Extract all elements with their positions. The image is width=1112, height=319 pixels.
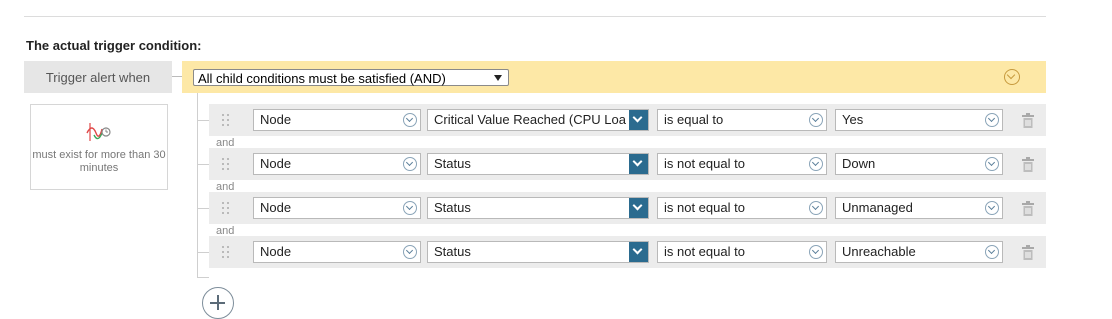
tree-connector-foot bbox=[197, 277, 209, 278]
chevron-down-icon bbox=[985, 157, 999, 171]
condition-row: Node Status is not equal to Down bbox=[197, 148, 1046, 180]
value-select[interactable]: Down bbox=[835, 153, 1003, 175]
field-value: Status bbox=[434, 200, 471, 215]
branch-line bbox=[197, 208, 209, 209]
field-picker-icon[interactable] bbox=[629, 198, 648, 218]
branch-line bbox=[197, 120, 209, 121]
connector-line bbox=[172, 76, 182, 77]
value-text: Unmanaged bbox=[842, 200, 913, 215]
drag-handle-icon[interactable] bbox=[221, 202, 231, 214]
chevron-down-icon bbox=[403, 157, 417, 171]
collapse-chevron-icon[interactable] bbox=[1004, 69, 1020, 85]
field-picker-icon[interactable] bbox=[629, 110, 648, 130]
dropdown-caret-icon bbox=[494, 75, 502, 81]
value-text: Unreachable bbox=[842, 244, 916, 259]
field-select[interactable]: Status bbox=[427, 197, 649, 219]
group-mode-value: All child conditions must be satisfied (… bbox=[198, 71, 446, 86]
object-value: Node bbox=[260, 112, 292, 127]
operator-select[interactable]: is not equal to bbox=[657, 197, 827, 219]
object-value: Node bbox=[260, 244, 292, 259]
drag-handle-icon[interactable] bbox=[221, 114, 231, 126]
object-select[interactable]: Node bbox=[253, 241, 421, 263]
chevron-down-icon bbox=[985, 201, 999, 215]
operator-value: is not equal to bbox=[664, 244, 745, 259]
condition-row: Node Status is not equal to Unreachable bbox=[197, 236, 1046, 268]
field-select[interactable]: Status bbox=[427, 153, 649, 175]
add-condition-button[interactable] bbox=[202, 287, 234, 319]
trigger-alert-label: Trigger alert when bbox=[24, 61, 172, 93]
chevron-down-icon bbox=[403, 201, 417, 215]
time-condition-text: must exist for more than 30 minutes bbox=[32, 149, 166, 174]
value-select[interactable]: Unreachable bbox=[835, 241, 1003, 263]
field-picker-icon[interactable] bbox=[629, 242, 648, 262]
trash-icon[interactable] bbox=[1021, 245, 1035, 260]
field-value: Status bbox=[434, 156, 471, 171]
drag-handle-icon[interactable] bbox=[221, 246, 231, 258]
chevron-down-icon bbox=[809, 113, 823, 127]
field-value: Status bbox=[434, 244, 471, 259]
branch-line bbox=[197, 164, 209, 165]
operator-value: is not equal to bbox=[664, 156, 745, 171]
field-select[interactable]: Status bbox=[427, 241, 649, 263]
trash-icon[interactable] bbox=[1021, 157, 1035, 172]
chevron-down-icon bbox=[403, 113, 417, 127]
drag-handle-icon[interactable] bbox=[221, 158, 231, 170]
chevron-down-icon bbox=[809, 245, 823, 259]
operator-select[interactable]: is not equal to bbox=[657, 153, 827, 175]
trash-icon[interactable] bbox=[1021, 113, 1035, 128]
condition-group-header: All child conditions must be satisfied (… bbox=[182, 61, 1046, 93]
branch-line bbox=[197, 252, 209, 253]
object-select[interactable]: Node bbox=[253, 153, 421, 175]
time-condition-box[interactable]: must exist for more than 30 minutes bbox=[30, 104, 168, 190]
field-value: Critical Value Reached (CPU Loa bbox=[434, 112, 626, 127]
chevron-down-icon bbox=[809, 157, 823, 171]
operator-select[interactable]: is not equal to bbox=[657, 241, 827, 263]
group-mode-select[interactable]: All child conditions must be satisfied (… bbox=[193, 69, 509, 86]
value-select[interactable]: Unmanaged bbox=[835, 197, 1003, 219]
chevron-down-icon bbox=[809, 201, 823, 215]
object-value: Node bbox=[260, 200, 292, 215]
object-value: Node bbox=[260, 156, 292, 171]
chevron-down-icon bbox=[985, 113, 999, 127]
object-select[interactable]: Node bbox=[253, 197, 421, 219]
chevron-down-icon bbox=[403, 245, 417, 259]
operator-value: is not equal to bbox=[664, 200, 745, 215]
pulse-chart-icon bbox=[86, 123, 111, 141]
value-text: Down bbox=[842, 156, 876, 171]
object-select[interactable]: Node bbox=[253, 109, 421, 131]
operator-value: is equal to bbox=[664, 112, 724, 127]
condition-row: Node Critical Value Reached (CPU Loa is … bbox=[197, 104, 1046, 136]
field-picker-icon[interactable] bbox=[629, 154, 648, 174]
condition-row: Node Status is not equal to Unmanaged bbox=[197, 192, 1046, 224]
top-divider bbox=[24, 16, 1046, 17]
section-title: The actual trigger condition: bbox=[26, 38, 202, 53]
operator-select[interactable]: is equal to bbox=[657, 109, 827, 131]
chevron-down-icon bbox=[985, 245, 999, 259]
trash-icon[interactable] bbox=[1021, 201, 1035, 216]
value-select[interactable]: Yes bbox=[835, 109, 1003, 131]
field-select[interactable]: Critical Value Reached (CPU Loa bbox=[427, 109, 649, 131]
value-text: Yes bbox=[842, 112, 864, 127]
